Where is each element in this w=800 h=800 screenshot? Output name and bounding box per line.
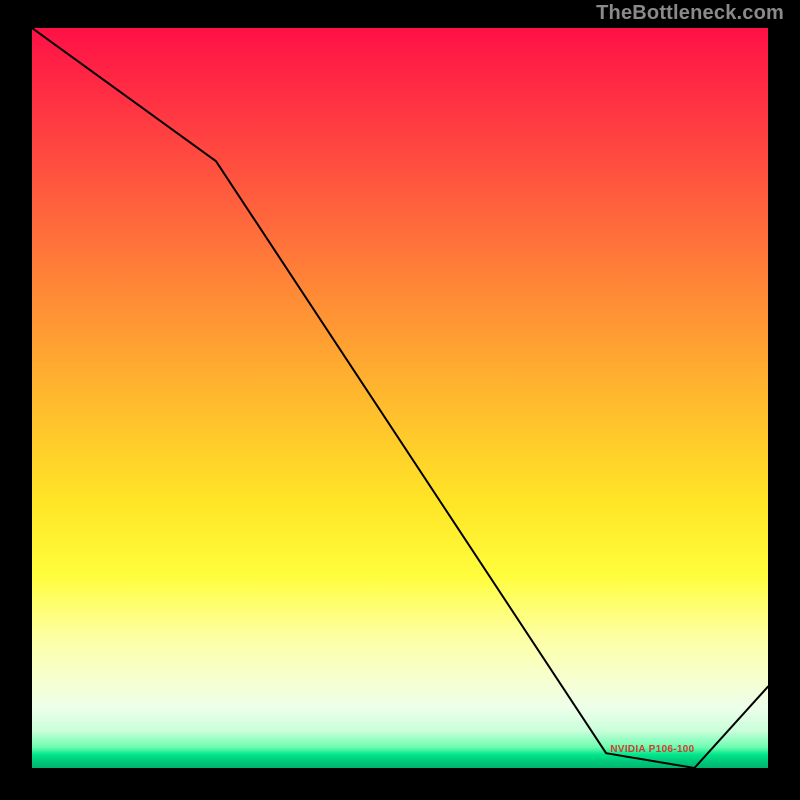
chart-frame: TheBottleneck.com NVIDIA P106-100 <box>0 0 800 800</box>
bottleneck-curve <box>32 28 768 768</box>
bottleneck-curve-path <box>32 28 768 768</box>
gpu-annotation-label: NVIDIA P106-100 <box>610 744 694 755</box>
plot-area: NVIDIA P106-100 <box>32 28 768 768</box>
attribution-text: TheBottleneck.com <box>596 2 784 25</box>
